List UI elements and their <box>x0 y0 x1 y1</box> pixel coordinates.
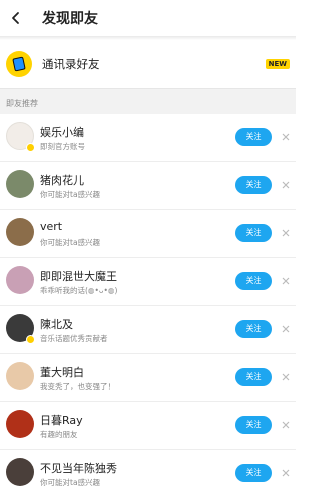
verified-badge-icon <box>26 143 35 152</box>
user-name[interactable]: 即即混世大魔王 <box>40 268 117 284</box>
follow-button[interactable]: 关注 <box>235 272 272 290</box>
close-icon <box>282 421 290 429</box>
dismiss-button[interactable] <box>280 227 292 239</box>
user-row[interactable]: vert 你可能对ta感兴趣 关注 <box>0 210 296 258</box>
follow-button[interactable]: 关注 <box>235 176 272 194</box>
follow-button[interactable]: 关注 <box>235 128 272 146</box>
close-icon <box>282 181 290 189</box>
user-name[interactable]: vert <box>40 220 62 233</box>
user-name[interactable]: 陳北及 <box>40 316 73 332</box>
user-description: 你可能对ta感兴趣 <box>40 478 101 487</box>
follow-button[interactable]: 关注 <box>235 416 272 434</box>
close-icon <box>282 229 290 237</box>
avatar[interactable] <box>6 218 34 246</box>
user-description: 有趣的朋友 <box>40 430 78 439</box>
contacts-book-icon <box>6 51 32 77</box>
user-description: 你可能对ta感兴趣 <box>40 190 101 199</box>
user-description: 音乐话题优秀贡献者 <box>40 334 108 343</box>
new-badge: NEW <box>265 59 290 69</box>
back-button[interactable] <box>2 0 30 36</box>
dismiss-button[interactable] <box>280 179 292 191</box>
user-row[interactable]: 日暮Ray 有趣的朋友 关注 <box>0 402 296 450</box>
verified-badge-icon <box>26 335 35 344</box>
dismiss-button[interactable] <box>280 275 292 287</box>
user-name[interactable]: 娱乐小编 <box>40 124 84 140</box>
back-arrow-icon <box>12 12 19 24</box>
dismiss-button[interactable] <box>280 323 292 335</box>
page-title: 发现即友 <box>42 11 98 27</box>
avatar[interactable] <box>6 362 34 390</box>
user-description: 我变秃了，也变强了！ <box>40 382 115 391</box>
contacts-friends-row[interactable]: 通讯录好友 NEW <box>0 40 296 88</box>
dismiss-button[interactable] <box>280 419 292 431</box>
user-row[interactable]: 陳北及 音乐话题优秀贡献者 关注 <box>0 306 296 354</box>
user-description: 你可能对ta感兴趣 <box>40 238 101 247</box>
user-row[interactable]: 猪肉花儿 你可能对ta感兴趣 关注 <box>0 162 296 210</box>
close-icon <box>282 133 290 141</box>
user-row[interactable]: 董大明白 我变秃了，也变强了！ 关注 <box>0 354 296 402</box>
close-icon <box>282 469 290 477</box>
header-bar: 发现即友 <box>0 0 296 36</box>
close-icon <box>282 373 290 381</box>
follow-button[interactable]: 关注 <box>235 368 272 386</box>
user-row[interactable]: 娱乐小编 即刻官方账号 关注 <box>0 114 296 162</box>
user-name[interactable]: 董大明白 <box>40 364 84 380</box>
user-name[interactable]: 猪肉花儿 <box>40 172 84 188</box>
follow-button[interactable]: 关注 <box>235 320 272 338</box>
user-description: 即刻官方账号 <box>40 142 85 151</box>
avatar[interactable] <box>6 410 34 438</box>
close-icon <box>282 325 290 333</box>
recommend-list: 娱乐小编 即刻官方账号 关注 猪肉花儿 你可能对ta感兴趣 关注 vert 你可… <box>0 114 296 498</box>
dismiss-button[interactable] <box>280 467 292 479</box>
user-name[interactable]: 日暮Ray <box>40 412 83 428</box>
avatar[interactable] <box>6 266 34 294</box>
dismiss-button[interactable] <box>280 131 292 143</box>
dismiss-button[interactable] <box>280 371 292 383</box>
avatar[interactable] <box>6 458 34 486</box>
section-header: 即友推荐 <box>0 88 296 115</box>
avatar[interactable] <box>6 170 34 198</box>
user-name[interactable]: 不见当年陈独秀 <box>40 460 117 476</box>
user-description: 乖乖听我的话(◍•ᴗ•◍) <box>40 286 118 295</box>
section-title: 即友推荐 <box>6 99 38 108</box>
user-row[interactable]: 即即混世大魔王 乖乖听我的话(◍•ᴗ•◍) 关注 <box>0 258 296 306</box>
follow-button[interactable]: 关注 <box>235 464 272 482</box>
user-row[interactable]: 不见当年陈独秀 你可能对ta感兴趣 关注 <box>0 450 296 498</box>
contacts-label: 通讯录好友 <box>42 57 100 71</box>
close-icon <box>282 277 290 285</box>
follow-button[interactable]: 关注 <box>235 224 272 242</box>
